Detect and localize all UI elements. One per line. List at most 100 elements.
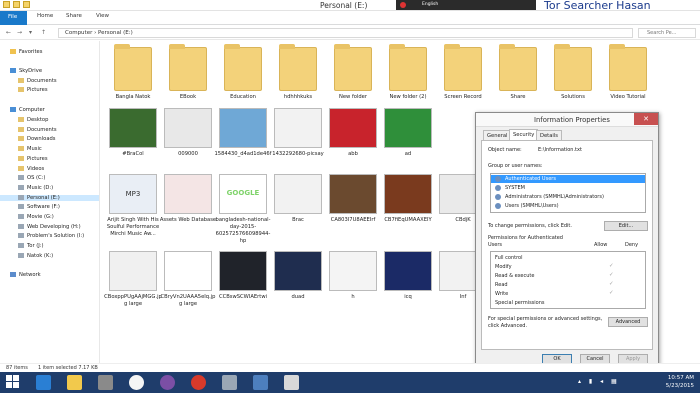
nav-item[interactable]: Documents xyxy=(18,126,57,133)
file-item[interactable]: ad xyxy=(379,108,437,158)
file-item[interactable]: 1584430_d4ad1de46f xyxy=(214,108,272,158)
edit-button[interactable]: Edit... xyxy=(604,221,648,231)
folder-item[interactable]: New folder xyxy=(324,44,382,101)
folder-item[interactable]: Solutions xyxy=(544,44,602,101)
file-name: CBoxppPUgAAjMGG.jpg large xyxy=(104,294,162,307)
nav-item[interactable]: Movie (G:) xyxy=(18,214,54,220)
address-row: ← → ▾ ↑ Computer › Personal (E:) Search … xyxy=(0,26,700,40)
group-item[interactable]: Administrators (SMMHL\Administrators) xyxy=(491,193,645,201)
panda-icon[interactable] xyxy=(129,375,144,390)
file-item[interactable]: #BraCol xyxy=(104,108,162,158)
permission-row: Full control xyxy=(491,254,647,262)
search-input[interactable]: Search Pe... xyxy=(638,28,696,38)
nav-item[interactable]: Pictures xyxy=(18,155,48,162)
nav-item[interactable]: Music xyxy=(18,146,42,152)
file-item[interactable]: GOOGLE bangladesh-national-day-2015-60257… xyxy=(214,174,272,245)
start-button[interactable] xyxy=(6,375,20,389)
nav-item[interactable]: Music (D:) xyxy=(18,184,53,191)
folder-item[interactable]: Screen Record xyxy=(434,44,492,101)
quick-access-toolbar[interactable] xyxy=(3,1,30,8)
tab-share[interactable]: Share xyxy=(66,13,82,19)
nav-favorites[interactable]: Favorites xyxy=(10,49,42,55)
folder-icon xyxy=(499,44,537,91)
nav-item[interactable]: Downloads xyxy=(18,136,56,142)
file-item[interactable]: h xyxy=(324,251,382,301)
save-icon[interactable] xyxy=(253,375,268,390)
folder-item[interactable]: New folder (2) xyxy=(379,44,437,101)
explorer-icon[interactable] xyxy=(67,375,82,390)
nav-skydrive-pictures[interactable]: Pictures xyxy=(18,87,48,93)
tab-details[interactable]: Details xyxy=(536,130,562,140)
nav-computer[interactable]: Computer xyxy=(10,107,45,113)
opera-icon[interactable] xyxy=(191,375,206,390)
clock[interactable]: 10:57 AM 5/23/2015 xyxy=(666,374,694,390)
file-item[interactable]: icq xyxy=(379,251,437,301)
tab-security[interactable]: Security xyxy=(509,129,539,140)
file-item[interactable]: CBoxppPUgAAjMGG.jpg large xyxy=(104,251,162,308)
folder-item[interactable]: hdhhhkuks xyxy=(269,44,327,101)
folder-item[interactable]: Video Tutorial xyxy=(599,44,657,101)
folder-item[interactable]: Education xyxy=(214,44,272,101)
file-name: duad xyxy=(291,294,305,300)
nav-label: Downloads xyxy=(27,136,56,143)
tab-file[interactable]: File xyxy=(0,11,27,25)
media-icon[interactable] xyxy=(98,375,113,390)
ie-icon[interactable] xyxy=(36,375,51,390)
advanced-button[interactable]: Advanced xyxy=(608,317,648,327)
file-item[interactable]: 1432292680-picsay xyxy=(269,108,327,158)
selection-info: 1 item selected 7.17 KB xyxy=(38,365,98,371)
file-item[interactable]: duad xyxy=(269,251,327,301)
window-icon[interactable] xyxy=(284,375,299,390)
nav-network[interactable]: Network xyxy=(10,272,41,278)
file-name: Share xyxy=(510,94,526,100)
folder-item[interactable]: Bangla Natok xyxy=(104,44,162,101)
nav-item[interactable]: Tor (J:) xyxy=(18,243,44,249)
tab-home[interactable]: Home xyxy=(37,13,53,19)
file-name: CCBswSCWIAErtwi xyxy=(219,294,267,300)
forward-icon[interactable]: → xyxy=(17,29,22,36)
record-icon[interactable] xyxy=(400,2,406,8)
file-name: h xyxy=(351,294,355,300)
system-tray-icons[interactable]: ▴ ▮ ◂ ▦ xyxy=(578,378,620,385)
nav-item[interactable]: Software (F:) xyxy=(18,204,60,210)
file-item[interactable]: CCBswSCWIAErtwi xyxy=(214,251,272,301)
group-item[interactable]: Authenticated Users xyxy=(491,175,645,183)
nav-item[interactable]: Desktop xyxy=(18,117,48,123)
file-item[interactable]: CA803I7U8AEEIrf xyxy=(324,174,382,224)
file-item[interactable]: MP3 Arijit Singh With His Soulful Perform… xyxy=(104,174,162,238)
file-item[interactable]: Assets Web Database xyxy=(159,174,217,224)
file-item[interactable]: CB7fiEqUMAAXEIY xyxy=(379,174,437,224)
up-icon[interactable]: ↑ xyxy=(41,29,46,36)
address-bar[interactable]: Computer › Personal (E:) xyxy=(58,28,633,38)
nav-item[interactable]: Web Developing (H:) xyxy=(18,223,81,230)
nav-item[interactable]: Natok (K:) xyxy=(18,252,53,259)
file-item[interactable]: abb xyxy=(324,108,382,158)
check-icon: ✓ xyxy=(609,281,614,287)
nav-item[interactable]: Personal (E:) xyxy=(0,194,99,201)
viber-icon[interactable] xyxy=(160,375,175,390)
nav-skydrive-documents[interactable]: Documents xyxy=(18,78,57,84)
nav-item[interactable]: OS (C:) xyxy=(18,175,45,181)
security-panel: Object name: E:\Information.txt Group or… xyxy=(481,140,653,350)
image-thumbnail xyxy=(164,174,212,214)
tab-general[interactable]: General xyxy=(483,130,512,140)
recent-dropdown-icon[interactable]: ▾ xyxy=(29,29,32,36)
image-thumbnail xyxy=(274,174,322,214)
close-icon[interactable]: ✕ xyxy=(634,113,658,125)
nav-item[interactable]: Videos xyxy=(18,165,44,172)
nav-skydrive[interactable]: SkyDrive xyxy=(10,68,42,74)
group-item[interactable]: SYSTEM xyxy=(491,184,645,192)
nav-item[interactable]: Problem's Solution (I:) xyxy=(18,233,84,239)
file-item[interactable]: Brac xyxy=(269,174,327,224)
folder-item[interactable]: Share xyxy=(489,44,547,101)
group-item[interactable]: Users (SMMHL\Users) xyxy=(491,202,645,210)
file-item[interactable]: 009000 xyxy=(159,108,217,158)
file-name: Video Tutorial xyxy=(610,94,646,100)
folder-item[interactable]: EBook xyxy=(159,44,217,101)
back-icon[interactable]: ← xyxy=(6,29,11,36)
recorder-toolbar[interactable]: English xyxy=(396,0,536,10)
tab-view[interactable]: View xyxy=(96,13,109,19)
tool-icon[interactable] xyxy=(222,375,237,390)
image-thumbnail: GOOGLE xyxy=(219,174,267,214)
file-item[interactable]: CBryVn2UAAA5eIq.jpg large xyxy=(159,251,217,308)
